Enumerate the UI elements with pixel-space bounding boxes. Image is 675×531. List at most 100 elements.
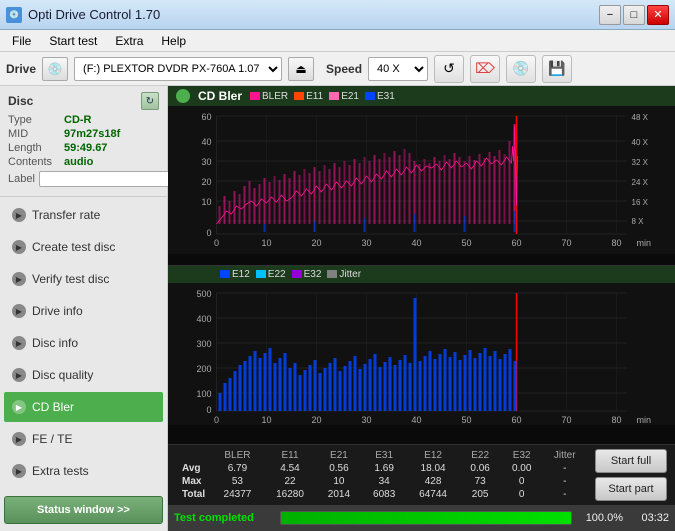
svg-text:40 X: 40 X bbox=[632, 138, 649, 147]
svg-text:50: 50 bbox=[461, 415, 471, 425]
progress-pct: 100.0% bbox=[578, 512, 623, 524]
legend-e12-color bbox=[220, 270, 230, 278]
sidebar-item-verify-test-disc[interactable]: ▶ Verify test disc bbox=[4, 264, 163, 294]
legend-e31-color bbox=[365, 92, 375, 100]
nav-icon-create-test-disc: ▶ bbox=[12, 240, 26, 254]
disc-refresh-button[interactable]: ↻ bbox=[141, 92, 159, 110]
svg-text:8 X: 8 X bbox=[632, 217, 645, 226]
menu-start-test[interactable]: Start test bbox=[41, 32, 105, 50]
nav-label-verify-test-disc: Verify test disc bbox=[32, 272, 109, 286]
main-layout: Disc ↻ Type CD-R MID 97m27s18f Length 59… bbox=[0, 86, 675, 531]
action-buttons: Start full Start part bbox=[587, 449, 667, 501]
chart1-legend: BLER E11 E21 E31 bbox=[250, 91, 395, 102]
sidebar-item-disc-info[interactable]: ▶ Disc info bbox=[4, 328, 163, 358]
drive-select[interactable]: (F:) PLEXTOR DVDR PX-760A 1.07 bbox=[74, 57, 282, 81]
legend-e32-label: E32 bbox=[304, 269, 322, 280]
start-full-button[interactable]: Start full bbox=[595, 449, 667, 473]
nav-label-cd-bler: CD Bler bbox=[32, 400, 74, 414]
sidebar-item-disc-quality[interactable]: ▶ Disc quality bbox=[4, 360, 163, 390]
drive-bar: Drive 💿 (F:) PLEXTOR DVDR PX-760A 1.07 ⏏… bbox=[0, 52, 675, 86]
sidebar-item-cd-bler[interactable]: ▶ CD Bler bbox=[4, 392, 163, 422]
disc-label-input[interactable] bbox=[39, 171, 173, 187]
app-title: Opti Drive Control 1.70 bbox=[28, 7, 160, 22]
legend-e21-label: E21 bbox=[341, 91, 359, 102]
sidebar-item-extra-tests[interactable]: ▶ Extra tests bbox=[4, 456, 163, 486]
status-bar: Test completed 100.0% 03:32 bbox=[168, 505, 675, 531]
col-bler: BLER bbox=[211, 449, 264, 462]
stats-total-e32: 0 bbox=[501, 488, 543, 501]
nav-icon-extra-tests: ▶ bbox=[12, 464, 26, 478]
maximize-button[interactable]: □ bbox=[623, 5, 645, 25]
svg-text:60: 60 bbox=[511, 415, 521, 425]
stats-max-label: Max bbox=[176, 475, 211, 488]
svg-text:400: 400 bbox=[196, 314, 211, 324]
stats-avg-row: Avg 6.79 4.54 0.56 1.69 18.04 0.06 0.00 … bbox=[176, 462, 587, 475]
svg-text:20: 20 bbox=[311, 415, 321, 425]
stats-max-row: Max 53 22 10 34 428 73 0 - bbox=[176, 475, 587, 488]
start-part-button[interactable]: Start part bbox=[595, 477, 667, 501]
menu-bar: File Start test Extra Help bbox=[0, 30, 675, 52]
stats-table: BLER E11 E21 E31 E12 E22 E32 Jitter Avg bbox=[176, 449, 587, 501]
svg-text:80: 80 bbox=[611, 238, 621, 248]
stats-max-e31: 34 bbox=[362, 475, 407, 488]
disc-length-row: Length 59:49.67 bbox=[8, 142, 159, 154]
disc-length-label: Length bbox=[8, 142, 60, 154]
status-window-button[interactable]: Status window >> bbox=[4, 496, 163, 524]
save-button[interactable]: 💾 bbox=[542, 55, 572, 83]
legend-e11-label: E11 bbox=[306, 91, 323, 102]
window-controls: − □ ✕ bbox=[599, 5, 669, 25]
legend-e32-color bbox=[292, 270, 302, 278]
refresh-button[interactable]: ↺ bbox=[434, 55, 464, 83]
sidebar-item-drive-info[interactable]: ▶ Drive info bbox=[4, 296, 163, 326]
stats-avg-jitter: - bbox=[542, 462, 587, 475]
disc-button[interactable]: 💿 bbox=[506, 55, 536, 83]
nav-label-fe-te: FE / TE bbox=[32, 432, 72, 446]
stats-total-label: Total bbox=[176, 488, 211, 501]
col-e21: E21 bbox=[316, 449, 361, 462]
col-e22: E22 bbox=[459, 449, 501, 462]
svg-text:30: 30 bbox=[361, 238, 371, 248]
chart1-svg: 60 40 30 20 10 0 0 10 20 30 40 50 60 70 … bbox=[168, 106, 675, 254]
stats-avg-e11: 4.54 bbox=[264, 462, 317, 475]
col-jitter: Jitter bbox=[542, 449, 587, 462]
progress-bar-container bbox=[280, 511, 572, 525]
nav-icon-disc-quality: ▶ bbox=[12, 368, 26, 382]
svg-text:min: min bbox=[637, 238, 652, 248]
svg-text:300: 300 bbox=[196, 339, 211, 349]
nav-label-extra-tests: Extra tests bbox=[32, 464, 89, 478]
svg-text:50: 50 bbox=[461, 238, 471, 248]
stats-max-e22: 73 bbox=[459, 475, 501, 488]
legend-e12-label: E12 bbox=[232, 269, 250, 280]
legend-e32: E32 bbox=[292, 269, 322, 280]
stats-total-e12: 64744 bbox=[407, 488, 460, 501]
col-e32: E32 bbox=[501, 449, 543, 462]
disc-contents-label: Contents bbox=[8, 156, 60, 168]
sidebar: Disc ↻ Type CD-R MID 97m27s18f Length 59… bbox=[0, 86, 168, 531]
legend-bler-color bbox=[250, 92, 260, 100]
sidebar-nav: ▶ Transfer rate ▶ Create test disc ▶ Ver… bbox=[0, 197, 167, 492]
sidebar-item-create-test-disc[interactable]: ▶ Create test disc bbox=[4, 232, 163, 262]
eject-button[interactable]: ⏏ bbox=[288, 57, 314, 81]
svg-text:30: 30 bbox=[361, 415, 371, 425]
stats-avg-bler: 6.79 bbox=[211, 462, 264, 475]
close-button[interactable]: ✕ bbox=[647, 5, 669, 25]
sidebar-item-fe-te[interactable]: ▶ FE / TE bbox=[4, 424, 163, 454]
speed-select[interactable]: 40 X bbox=[368, 57, 428, 81]
stats-total-bler: 24377 bbox=[211, 488, 264, 501]
menu-help[interactable]: Help bbox=[153, 32, 194, 50]
title-bar: 💿 Opti Drive Control 1.70 − □ ✕ bbox=[0, 0, 675, 30]
sidebar-item-transfer-rate[interactable]: ▶ Transfer rate bbox=[4, 200, 163, 230]
legend-e21-color bbox=[329, 92, 339, 100]
menu-file[interactable]: File bbox=[4, 32, 39, 50]
nav-label-disc-quality: Disc quality bbox=[32, 368, 93, 382]
eraser-button[interactable]: ⌦ bbox=[470, 55, 500, 83]
stats-area: BLER E11 E21 E31 E12 E22 E32 Jitter Avg bbox=[168, 445, 675, 505]
disc-label-row: Label ⚙ bbox=[8, 170, 159, 188]
speed-label: Speed bbox=[326, 62, 362, 76]
drive-icon-btn[interactable]: 💿 bbox=[42, 57, 68, 81]
svg-text:40: 40 bbox=[411, 415, 421, 425]
nav-label-drive-info: Drive info bbox=[32, 304, 83, 318]
menu-extra[interactable]: Extra bbox=[107, 32, 151, 50]
minimize-button[interactable]: − bbox=[599, 5, 621, 25]
svg-text:70: 70 bbox=[561, 415, 571, 425]
